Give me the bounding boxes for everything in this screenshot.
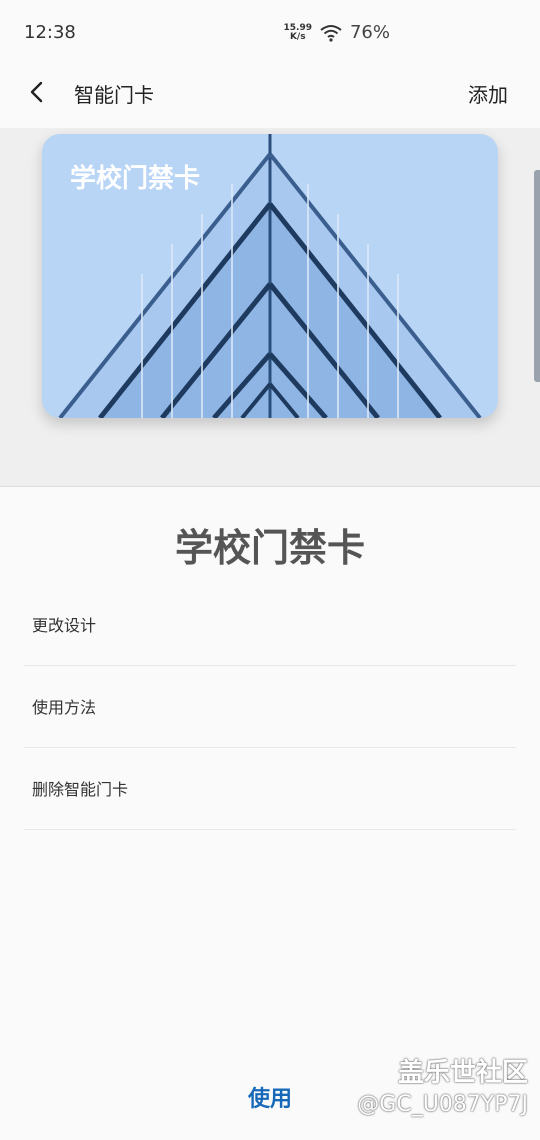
menu-item-label: 使用方法 xyxy=(32,698,97,717)
back-arrow-icon[interactable] xyxy=(24,78,52,106)
menu-item-label: 更改设计 xyxy=(32,616,97,635)
menu-item-delete-card[interactable]: 删除智能门卡 xyxy=(24,748,516,830)
menu-item-usage[interactable]: 使用方法 xyxy=(24,666,516,748)
network-speed: 15.99 K/s xyxy=(284,23,312,42)
menu-item-change-design[interactable]: 更改设计 xyxy=(24,584,516,666)
door-card[interactable]: 学校门禁卡 xyxy=(42,134,498,418)
use-button[interactable]: 使用 xyxy=(220,1082,320,1118)
card-detail-sheet: 学校门禁卡 更改设计 使用方法 删除智能门卡 xyxy=(0,486,540,1140)
add-button[interactable]: 添加 xyxy=(468,79,508,108)
status-bar: 12:38 15.99 K/s 76% xyxy=(0,0,540,66)
card-title: 学校门禁卡 xyxy=(174,526,365,570)
wifi-icon xyxy=(320,24,342,42)
status-indicators: 15.99 K/s 76% xyxy=(284,22,390,43)
status-time: 12:38 xyxy=(24,22,76,43)
watermark-title: 盖乐世社区 xyxy=(397,1058,528,1088)
card-carousel[interactable]: 学校门禁卡 xyxy=(0,128,540,486)
scroll-handle[interactable] xyxy=(534,170,540,382)
card-label: 学校门禁卡 xyxy=(70,164,201,194)
page-title: 智能门卡 xyxy=(74,83,154,107)
menu-item-label: 删除智能门卡 xyxy=(32,780,129,799)
app-bar: 智能门卡 添加 xyxy=(0,66,540,128)
network-speed-unit: K/s xyxy=(289,31,306,42)
watermark-handle: @GC_U087YP7J xyxy=(357,1092,528,1117)
battery-percentage: 76% xyxy=(349,22,390,43)
